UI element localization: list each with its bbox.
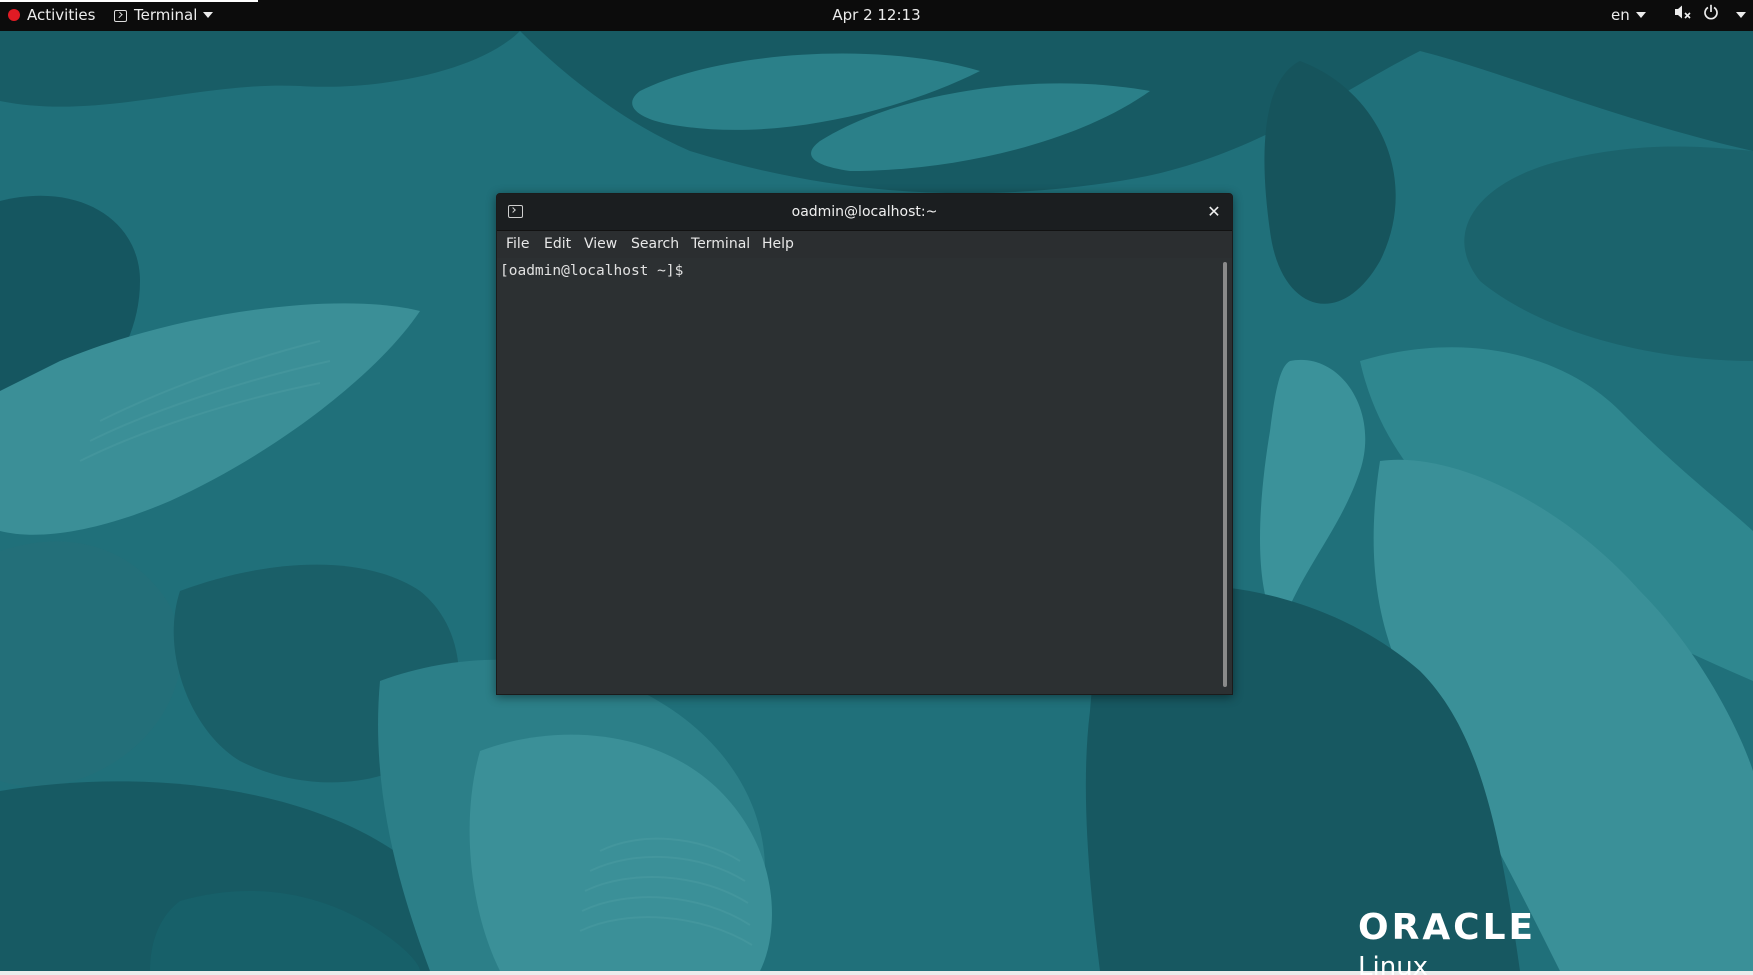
terminal-scrollbar[interactable] [1223,262,1227,687]
clock[interactable]: Apr 2 12:13 [832,6,920,24]
linux-logo-text: Linux [1358,952,1429,975]
chevron-down-icon [1635,12,1646,18]
chevron-down-icon [1735,12,1746,18]
chevron-down-icon [203,12,214,18]
oracle-linux-logo: ORACLE Linux [1358,910,1536,975]
menu-edit[interactable]: Edit [544,231,571,258]
screen: Activities Terminal Apr 2 12:13 en ORACL… [0,0,1753,975]
app-menu-label: Terminal [134,6,198,24]
top-bar: Activities Terminal Apr 2 12:13 en [0,0,1753,31]
menu-file[interactable]: File [506,231,529,258]
oracle-logo-text: ORACLE [1358,907,1537,948]
clock-container: Apr 2 12:13 [0,0,1753,31]
menu-view[interactable]: View [584,231,617,258]
window-title: oadmin@localhost:~ [791,204,938,220]
volume-muted-icon [1674,0,1692,31]
menu-terminal[interactable]: Terminal [691,231,750,258]
activities-label: Activities [27,6,96,24]
system-tray[interactable] [1674,0,1746,31]
app-menu-terminal[interactable]: Terminal [114,0,214,31]
prompt-text: [oadmin@localhost ~]$ [500,263,693,279]
terminal-output[interactable]: [oadmin@localhost ~]$ [497,258,1232,694]
terminal-app-icon [114,10,127,22]
terminal-window[interactable]: oadmin@localhost:~ ✕ File Edit View Sear… [496,193,1233,695]
language-selector[interactable]: en [1611,0,1646,31]
shell-prompt: [oadmin@localhost ~]$ [500,262,701,279]
menu-bar: File Edit View Search Terminal Help [497,231,1232,258]
window-titlebar[interactable]: oadmin@localhost:~ ✕ [497,194,1232,231]
close-button[interactable]: ✕ [1202,200,1226,224]
power-icon [1703,0,1719,31]
text-cursor [692,262,701,278]
language-label: en [1611,6,1630,24]
menu-help[interactable]: Help [762,231,794,258]
activities-icon [8,9,20,21]
menu-search[interactable]: Search [631,231,679,258]
activities-button[interactable]: Activities [8,0,95,31]
